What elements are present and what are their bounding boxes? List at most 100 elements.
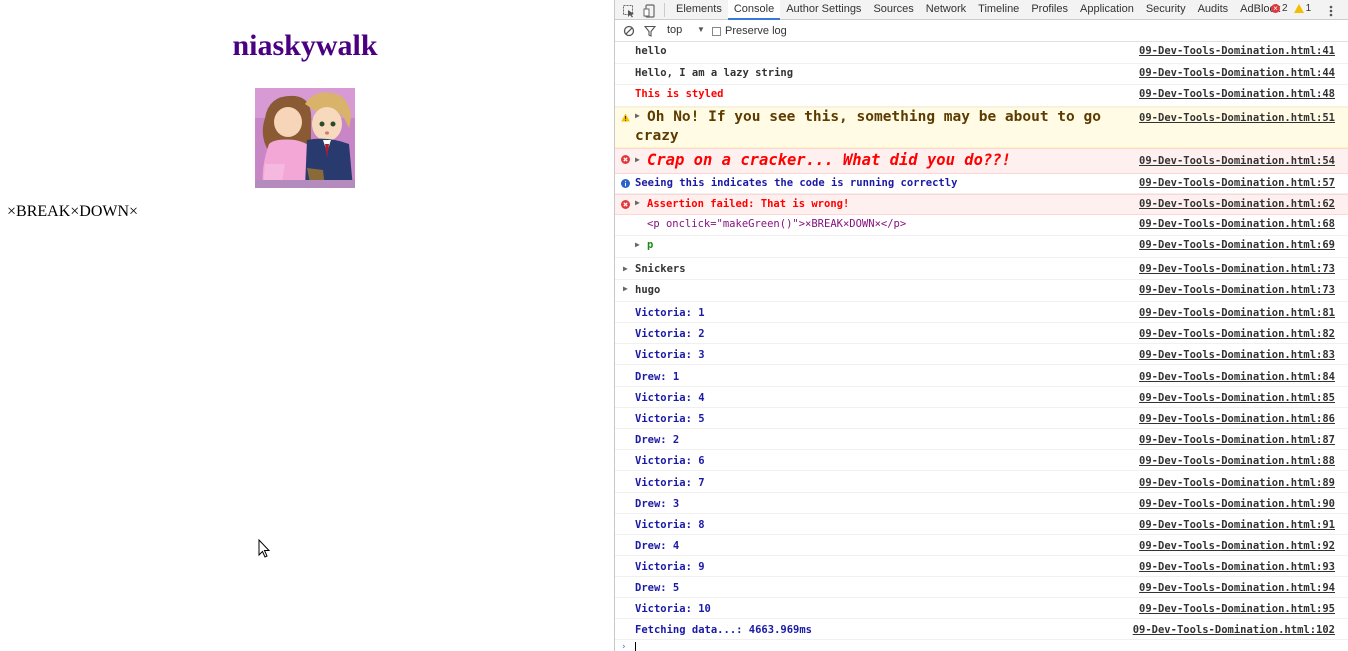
console-row: Drew: 5 09-Dev-Tools-Domination.html:94 bbox=[615, 577, 1348, 598]
text-caret bbox=[635, 642, 636, 651]
avatar-image bbox=[255, 88, 355, 188]
source-link[interactable]: 09-Dev-Tools-Domination.html:87 bbox=[1139, 434, 1335, 446]
source-link[interactable]: 09-Dev-Tools-Domination.html:44 bbox=[1139, 67, 1335, 79]
source-link[interactable]: 09-Dev-Tools-Domination.html:88 bbox=[1139, 455, 1335, 467]
source-link[interactable]: 09-Dev-Tools-Domination.html:73 bbox=[1139, 284, 1335, 296]
tab-application[interactable]: Application bbox=[1074, 0, 1140, 20]
source-link[interactable]: 09-Dev-Tools-Domination.html:85 bbox=[1139, 392, 1335, 404]
source-link[interactable]: 09-Dev-Tools-Domination.html:84 bbox=[1139, 371, 1335, 383]
clear-console-icon[interactable] bbox=[623, 25, 637, 39]
expand-arrow-icon[interactable]: ▶ bbox=[635, 240, 640, 249]
console-error-row: ▶ Assertion failed: That is wrong! 09-De… bbox=[615, 194, 1348, 215]
tab-sources[interactable]: Sources bbox=[867, 0, 919, 20]
source-link[interactable]: 09-Dev-Tools-Domination.html:102 bbox=[1133, 624, 1335, 636]
console-messages: hello 09-Dev-Tools-Domination.html:41 He… bbox=[615, 42, 1348, 651]
device-icon[interactable] bbox=[643, 3, 657, 18]
chevron-down-icon: ▼ bbox=[697, 25, 705, 34]
source-link[interactable]: 09-Dev-Tools-Domination.html:95 bbox=[1139, 603, 1335, 615]
filter-icon[interactable] bbox=[643, 25, 658, 39]
source-link[interactable]: 09-Dev-Tools-Domination.html:92 bbox=[1139, 540, 1335, 552]
console-message: Victoria: 7 bbox=[635, 477, 705, 489]
warning-icon bbox=[621, 113, 630, 122]
preserve-log-label: Preserve log bbox=[725, 25, 787, 37]
source-link[interactable]: 09-Dev-Tools-Domination.html:82 bbox=[1139, 328, 1335, 340]
context-value: top bbox=[667, 24, 683, 36]
source-link[interactable]: 09-Dev-Tools-Domination.html:90 bbox=[1139, 498, 1335, 510]
element-node[interactable]: <p onclick="makeGreen()">×BREAK×DOWN×</p… bbox=[647, 218, 906, 230]
source-link[interactable]: 09-Dev-Tools-Domination.html:94 bbox=[1139, 582, 1335, 594]
source-link[interactable]: 09-Dev-Tools-Domination.html:93 bbox=[1139, 561, 1335, 573]
source-link[interactable]: 09-Dev-Tools-Domination.html:68 bbox=[1139, 218, 1335, 230]
error-count: 2 bbox=[1282, 3, 1288, 14]
mouse-cursor-icon bbox=[258, 538, 272, 563]
inspect-icon[interactable] bbox=[622, 3, 636, 18]
source-link[interactable]: 09-Dev-Tools-Domination.html:54 bbox=[1139, 155, 1335, 167]
group-label[interactable]: Snickers bbox=[635, 263, 686, 275]
console-row: This is styled 09-Dev-Tools-Domination.h… bbox=[615, 85, 1348, 107]
expand-arrow-icon[interactable]: ▶ bbox=[635, 198, 640, 207]
console-row: <p onclick="makeGreen()">×BREAK×DOWN×</p… bbox=[615, 215, 1348, 236]
tab-network[interactable]: Network bbox=[920, 0, 972, 20]
page-title: niaskywalk bbox=[232, 29, 378, 62]
console-error-row: ▶ Crap on a cracker... What did you do??… bbox=[615, 148, 1348, 174]
tab-security[interactable]: Security bbox=[1140, 0, 1192, 20]
console-row: hello 09-Dev-Tools-Domination.html:41 bbox=[615, 42, 1348, 64]
source-link[interactable]: 09-Dev-Tools-Domination.html:91 bbox=[1139, 519, 1335, 531]
expand-arrow-icon[interactable]: ▶ bbox=[623, 284, 628, 293]
info-message: Seeing this indicates the code is runnin… bbox=[635, 177, 958, 189]
source-link[interactable]: 09-Dev-Tools-Domination.html:69 bbox=[1139, 239, 1335, 251]
expand-arrow-icon[interactable]: ▶ bbox=[635, 155, 640, 164]
tab-profiles[interactable]: Profiles bbox=[1025, 0, 1074, 20]
object-message[interactable]: p bbox=[647, 239, 653, 251]
source-link[interactable]: 09-Dev-Tools-Domination.html:48 bbox=[1139, 88, 1335, 100]
preserve-log-checkbox[interactable]: Preserve log bbox=[712, 25, 787, 37]
source-link[interactable]: 09-Dev-Tools-Domination.html:81 bbox=[1139, 307, 1335, 319]
warning-count-icon bbox=[1293, 4, 1304, 13]
source-link[interactable]: 09-Dev-Tools-Domination.html:62 bbox=[1139, 198, 1335, 210]
tab-audits[interactable]: Audits bbox=[1192, 0, 1235, 20]
console-row: Drew: 3 09-Dev-Tools-Domination.html:90 bbox=[615, 493, 1348, 514]
warning-message-wrap: crazy bbox=[635, 128, 679, 144]
source-link[interactable]: 09-Dev-Tools-Domination.html:89 bbox=[1139, 477, 1335, 489]
devtools-tabbar: Elements Console Author Settings Sources… bbox=[615, 0, 1348, 20]
source-link[interactable]: 09-Dev-Tools-Domination.html:83 bbox=[1139, 349, 1335, 361]
console-message: Victoria: 8 bbox=[635, 519, 705, 531]
source-link[interactable]: 09-Dev-Tools-Domination.html:51 bbox=[1139, 112, 1335, 124]
issue-counts[interactable]: × 2 1 bbox=[1271, 3, 1311, 14]
tab-elements[interactable]: Elements bbox=[670, 0, 728, 20]
console-row: Drew: 4 09-Dev-Tools-Domination.html:92 bbox=[615, 535, 1348, 556]
kebab-menu-icon[interactable] bbox=[1328, 3, 1334, 17]
console-message: Victoria: 10 bbox=[635, 603, 711, 615]
info-icon bbox=[621, 179, 630, 188]
console-row: Victoria: 4 09-Dev-Tools-Domination.html… bbox=[615, 387, 1348, 408]
console-warning-row: ▶ Oh No! If you see this, something may … bbox=[615, 107, 1348, 148]
expand-arrow-icon[interactable]: ▶ bbox=[635, 111, 640, 120]
console-filterbar: top ▼ Preserve log bbox=[615, 21, 1348, 42]
console-row: Drew: 2 09-Dev-Tools-Domination.html:87 bbox=[615, 429, 1348, 450]
devtools-tabs: Elements Console Author Settings Sources… bbox=[670, 0, 1287, 20]
source-link[interactable]: 09-Dev-Tools-Domination.html:86 bbox=[1139, 413, 1335, 425]
tab-console[interactable]: Console bbox=[727, 0, 781, 20]
console-message: Victoria: 3 bbox=[635, 349, 705, 361]
break-down-paragraph[interactable]: ×BREAK×DOWN× bbox=[7, 203, 138, 221]
prompt-chevron-icon: › bbox=[621, 642, 627, 651]
console-message: Drew: 3 bbox=[635, 498, 680, 510]
group-label[interactable]: hugo bbox=[635, 284, 660, 296]
console-row: Victoria: 3 09-Dev-Tools-Domination.html… bbox=[615, 344, 1348, 365]
source-link[interactable]: 09-Dev-Tools-Domination.html:57 bbox=[1139, 177, 1335, 189]
expand-arrow-icon[interactable]: ▶ bbox=[623, 264, 628, 273]
toolbar-divider bbox=[664, 3, 665, 17]
source-link[interactable]: 09-Dev-Tools-Domination.html:41 bbox=[1139, 45, 1335, 57]
console-row: Victoria: 1 09-Dev-Tools-Domination.html… bbox=[615, 302, 1348, 323]
console-message: Victoria: 1 bbox=[635, 307, 705, 319]
devtools-panel: Elements Console Author Settings Sources… bbox=[614, 0, 1348, 651]
console-row: ▶ Snickers 09-Dev-Tools-Domination.html:… bbox=[615, 258, 1348, 280]
console-prompt[interactable]: › bbox=[615, 640, 1348, 651]
console-message: Victoria: 9 bbox=[635, 561, 705, 573]
source-link[interactable]: 09-Dev-Tools-Domination.html:73 bbox=[1139, 263, 1335, 275]
tab-author-settings[interactable]: Author Settings bbox=[780, 0, 867, 20]
console-message: Drew: 4 bbox=[635, 540, 680, 552]
console-info-row: Seeing this indicates the code is runnin… bbox=[615, 174, 1348, 194]
console-row: Victoria: 6 09-Dev-Tools-Domination.html… bbox=[615, 450, 1348, 471]
tab-timeline[interactable]: Timeline bbox=[972, 0, 1025, 20]
